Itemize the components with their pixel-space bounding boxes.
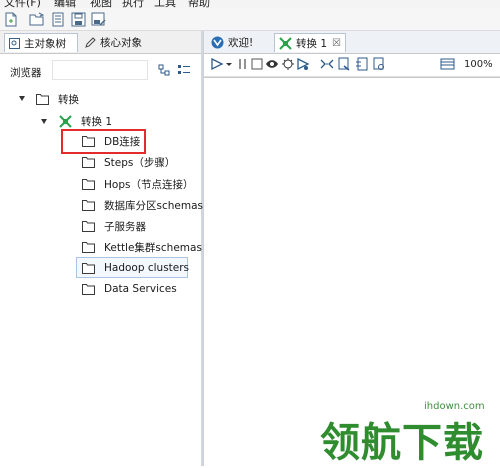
folder-icon xyxy=(82,135,95,147)
stop-icon[interactable] xyxy=(250,57,264,71)
tree-item-slave-servers-label: 子服务器 xyxy=(104,220,146,233)
menu-bar: 文件(F) 编辑 视图 执行 工具 帮助 xyxy=(0,0,500,8)
tree-item-hadoop-clusters[interactable]: Hadoop clusters xyxy=(82,258,189,278)
transform-icon xyxy=(279,36,292,50)
tree-item-partition-schemas-label: 数据库分区schemas xyxy=(104,199,203,212)
folder-icon xyxy=(82,199,95,211)
explore-db-icon[interactable] xyxy=(372,57,386,71)
tree-item-transform-1[interactable]: 转换 1 xyxy=(59,111,112,131)
browser-label: 浏览器 xyxy=(10,67,42,79)
watermark-text: 领航下载 xyxy=(320,420,484,466)
folder-icon xyxy=(82,156,95,168)
expand-tree-icon xyxy=(158,64,170,76)
menu-tools[interactable]: 工具 xyxy=(154,0,176,8)
tree-item-data-services[interactable]: Data Services xyxy=(82,279,177,299)
tree-item-steps-label: Steps（步骤） xyxy=(104,156,176,169)
tab-welcome[interactable]: 欢迎! xyxy=(208,33,272,52)
save-icon xyxy=(71,12,85,26)
tree-item-cluster-schemas[interactable]: Kettle集群schemas xyxy=(82,237,202,257)
impact-icon[interactable] xyxy=(337,57,351,71)
menu-run[interactable]: 执行 xyxy=(122,0,144,8)
menu-file[interactable]: 文件(F) xyxy=(4,0,41,8)
zoom-level[interactable]: 100% xyxy=(464,59,493,70)
folder-icon xyxy=(36,93,49,105)
left-panel: 主对象树 核心对象 浏览器 转换 转换 1 DB连接 Steps（步骤） Hop… xyxy=(0,31,203,466)
tree-item-slave-servers[interactable]: 子服务器 xyxy=(82,216,146,236)
close-tab-icon[interactable]: ☒ xyxy=(332,38,341,49)
new-file-button[interactable] xyxy=(3,11,19,27)
browser-search-input[interactable] xyxy=(52,60,148,80)
open-folder-icon xyxy=(29,12,45,26)
tree-item-data-services-label: Data Services xyxy=(104,283,177,295)
folder-icon xyxy=(82,241,95,253)
tree-item-db-connections[interactable]: DB连接 xyxy=(82,131,140,151)
menu-edit[interactable]: 编辑 xyxy=(54,0,76,8)
run-icon[interactable] xyxy=(210,57,224,71)
transform-icon xyxy=(59,114,72,128)
editor-tab-bar: 欢迎! 转换 1 ☒ xyxy=(204,31,500,54)
tab-main-tree-label: 主对象树 xyxy=(24,37,66,50)
tab-transform-1-label: 转换 1 xyxy=(296,37,328,50)
folder-icon xyxy=(82,220,95,232)
tree-item-transform-1-label: 转换 1 xyxy=(81,115,113,128)
pencil-icon xyxy=(85,36,96,48)
browser-row: 浏览器 xyxy=(0,54,201,86)
folder-icon xyxy=(82,262,95,274)
transform-expander-icon[interactable] xyxy=(41,119,47,124)
pause-icon[interactable] xyxy=(236,57,250,71)
debug-icon[interactable] xyxy=(281,57,295,71)
grid-icon[interactable] xyxy=(440,57,456,71)
tree-item-hadoop-clusters-label: Hadoop clusters xyxy=(104,262,190,274)
main-toolbar xyxy=(0,8,500,31)
folder-icon xyxy=(82,178,95,190)
list-tree-icon xyxy=(178,65,190,74)
watermark-logo: ihdown.com 领航下载 xyxy=(318,400,498,466)
explore-button[interactable] xyxy=(50,11,66,27)
tree-item-cluster-schemas-label: Kettle集群schemas xyxy=(104,241,202,254)
document-list-icon xyxy=(52,12,64,26)
tab-main-tree[interactable]: 主对象树 xyxy=(4,33,78,52)
tree-item-hops-label: Hops（节点连接） xyxy=(104,178,194,191)
tree-icon xyxy=(9,37,20,49)
tab-transform-1[interactable]: 转换 1 ☒ xyxy=(274,33,346,52)
tab-core-objects-label: 核心对象 xyxy=(100,37,142,49)
sql-icon[interactable] xyxy=(355,57,369,71)
new-file-icon xyxy=(5,12,17,26)
tree-item-db-connections-label: DB连接 xyxy=(104,135,141,148)
replay-icon[interactable] xyxy=(296,57,310,71)
run-dropdown-icon[interactable] xyxy=(225,57,233,71)
tree-item-partition-schemas[interactable]: 数据库分区schemas xyxy=(82,195,203,215)
save-as-icon xyxy=(91,12,106,26)
preview-eye-icon[interactable] xyxy=(265,57,279,71)
save-button[interactable] xyxy=(70,11,86,27)
transform-toolbar: 100% xyxy=(204,54,500,77)
left-tab-bar: 主对象树 核心对象 xyxy=(0,31,201,54)
tree-item-root-label: 转换 xyxy=(58,93,79,106)
verify-icon[interactable] xyxy=(320,57,334,71)
expand-all-button[interactable] xyxy=(157,63,171,79)
open-file-button[interactable] xyxy=(29,11,45,27)
root-expander-icon[interactable] xyxy=(19,96,25,101)
tab-core-objects[interactable]: 核心对象 xyxy=(80,33,180,52)
menu-view[interactable]: 视图 xyxy=(90,0,112,8)
tree-item-hops[interactable]: Hops（节点连接） xyxy=(82,174,193,194)
menu-help[interactable]: 帮助 xyxy=(188,0,210,8)
tab-welcome-label: 欢迎! xyxy=(228,37,254,49)
collapse-all-button[interactable] xyxy=(177,63,191,79)
tree-item-root[interactable]: 转换 xyxy=(36,89,79,109)
folder-icon xyxy=(82,283,95,295)
welcome-icon xyxy=(211,36,224,49)
tree-item-steps[interactable]: Steps（步骤） xyxy=(82,152,175,172)
save-as-button[interactable] xyxy=(90,11,106,27)
